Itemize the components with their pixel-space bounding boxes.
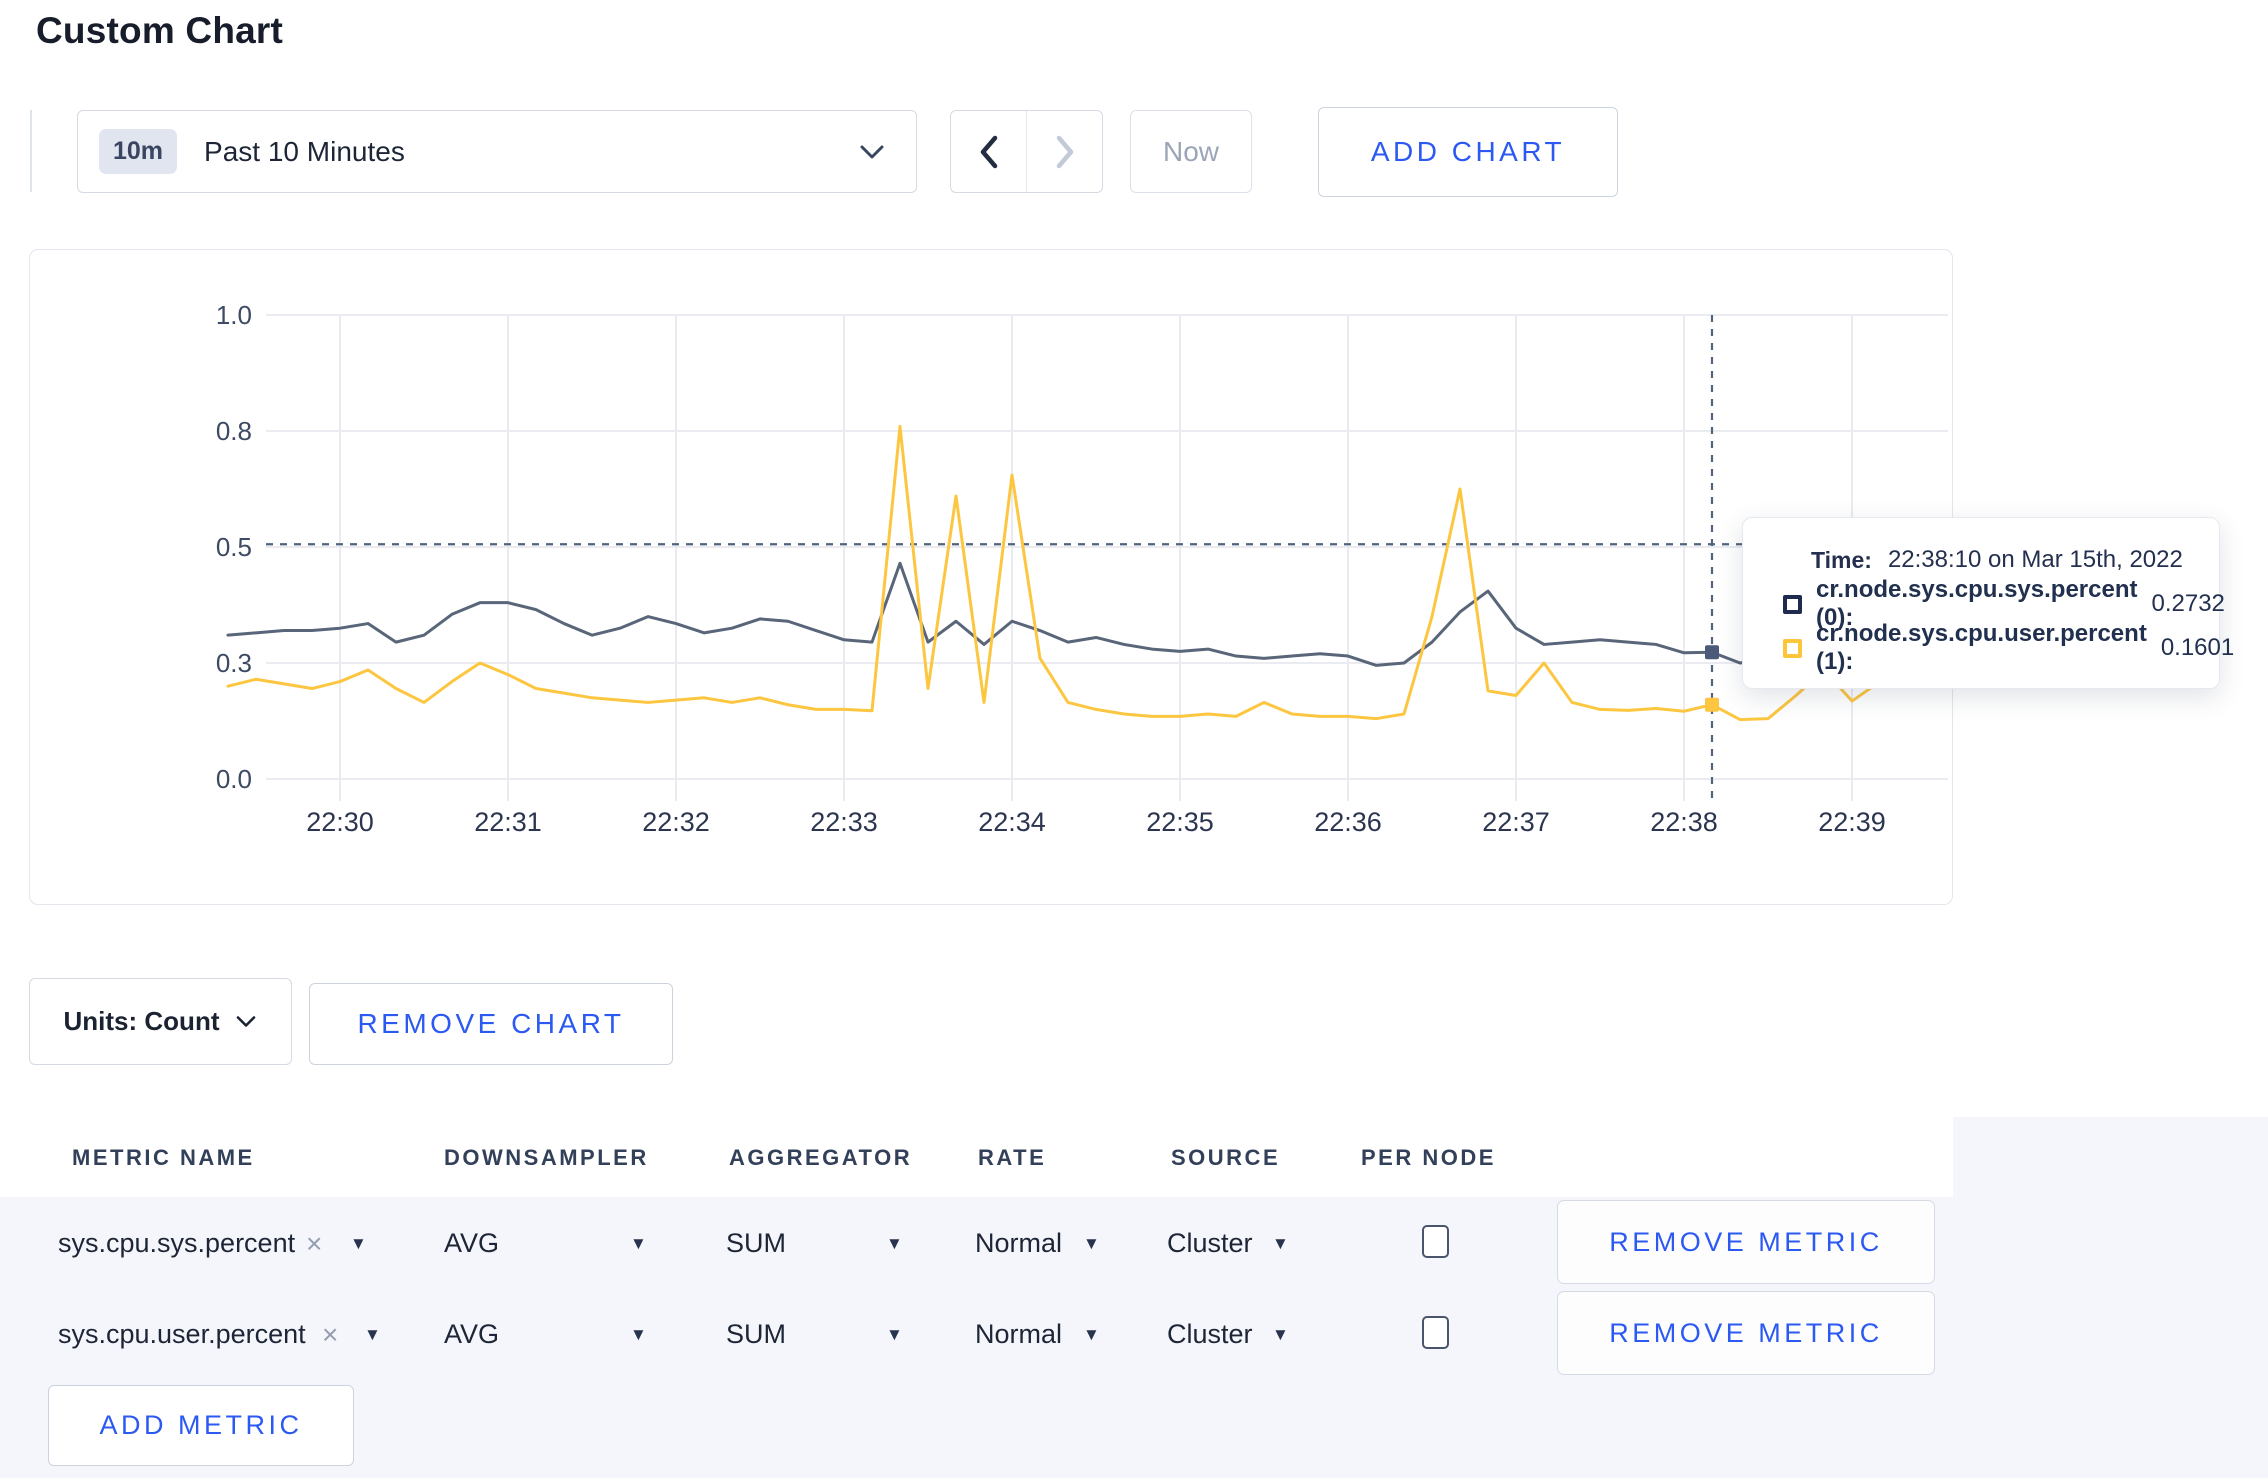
- aggregator-select[interactable]: SUM: [726, 1319, 786, 1350]
- chevron-left-icon: [980, 135, 997, 168]
- col-header-rate: RATE: [978, 1145, 1047, 1170]
- metric-name-select[interactable]: sys.cpu.sys.percent: [58, 1228, 295, 1259]
- svg-text:0.8: 0.8: [216, 416, 252, 446]
- series-sys-swatch-icon: [1783, 594, 1802, 614]
- col-header-aggregator: AGGREGATOR: [729, 1145, 913, 1170]
- caret-down-icon[interactable]: ▼: [350, 1234, 367, 1254]
- chart-card: 0.0 0.3 0.5 0.8 1.0 22:30 22:31 22:32 22:33 22:34…: [29, 249, 1953, 905]
- page-title: Custom Chart: [36, 10, 284, 51]
- caret-down-icon[interactable]: ▼: [630, 1234, 647, 1254]
- tooltip-series-value: 0.1601: [2160, 634, 2235, 661]
- tooltip-time-label: Time:: [1811, 546, 1872, 573]
- col-header-metric-name: METRIC NAME: [72, 1145, 255, 1170]
- svg-text:22:37: 22:37: [1482, 807, 1550, 837]
- chevron-right-icon: [1056, 135, 1073, 168]
- col-header-per-node: PER NODE: [1361, 1145, 1496, 1170]
- svg-text:0.5: 0.5: [216, 532, 252, 562]
- time-range-selector[interactable]: 10m Past 10 Minutes: [77, 110, 917, 193]
- svg-text:22:33: 22:33: [810, 807, 878, 837]
- tooltip-time-value: 22:38:10 on Mar 15th, 2022: [1887, 546, 2183, 573]
- svg-text:0.3: 0.3: [216, 648, 252, 678]
- caret-down-icon[interactable]: ▼: [1272, 1234, 1289, 1254]
- per-node-checkbox[interactable]: [1422, 1225, 1449, 1258]
- now-button[interactable]: Now: [1130, 110, 1252, 193]
- caret-down-icon[interactable]: ▼: [886, 1234, 903, 1254]
- metrics-table-header: METRIC NAME DOWNSAMPLER AGGREGATOR RATE …: [0, 1117, 1953, 1197]
- downsampler-select[interactable]: AVG: [444, 1319, 499, 1350]
- units-selector[interactable]: Units: Count: [29, 978, 292, 1065]
- caret-down-icon[interactable]: ▼: [1272, 1325, 1289, 1345]
- clear-metric-icon[interactable]: ×: [322, 1319, 338, 1351]
- svg-text:1.0: 1.0: [216, 300, 252, 330]
- remove-metric-button[interactable]: REMOVE METRIC: [1557, 1291, 1935, 1375]
- time-nav-group: [950, 110, 1103, 193]
- svg-text:22:38: 22:38: [1650, 807, 1718, 837]
- next-range-button[interactable]: [1027, 111, 1102, 192]
- caret-down-icon[interactable]: ▼: [886, 1325, 903, 1345]
- caret-down-icon[interactable]: ▼: [1083, 1234, 1100, 1254]
- add-chart-button[interactable]: ADD CHART: [1318, 107, 1618, 197]
- col-header-downsampler: DOWNSAMPLER: [444, 1145, 649, 1170]
- aggregator-select[interactable]: SUM: [726, 1228, 786, 1259]
- metric-name-select[interactable]: sys.cpu.user.percent: [58, 1319, 306, 1350]
- svg-text:22:35: 22:35: [1146, 807, 1214, 837]
- col-header-source: SOURCE: [1171, 1145, 1281, 1170]
- svg-text:22:36: 22:36: [1314, 807, 1382, 837]
- svg-text:22:31: 22:31: [474, 807, 542, 837]
- caret-down-icon[interactable]: ▼: [630, 1325, 647, 1345]
- rate-select[interactable]: Normal: [975, 1228, 1062, 1259]
- svg-text:22:30: 22:30: [306, 807, 374, 837]
- clear-metric-icon[interactable]: ×: [306, 1228, 322, 1260]
- chart-tooltip: Time: 22:38:10 on Mar 15th, 2022 cr.node…: [1742, 517, 2234, 689]
- toolbar-divider: [30, 110, 32, 192]
- time-range-label: Past 10 Minutes: [204, 135, 405, 167]
- caret-down-icon[interactable]: ▼: [1083, 1325, 1100, 1345]
- svg-text:22:32: 22:32: [642, 807, 710, 837]
- svg-text:0.0: 0.0: [216, 764, 252, 794]
- time-range-badge: 10m: [99, 129, 178, 174]
- remove-metric-button[interactable]: REMOVE METRIC: [1557, 1200, 1935, 1284]
- prev-range-button[interactable]: [951, 111, 1027, 192]
- source-select[interactable]: Cluster: [1167, 1228, 1253, 1259]
- per-node-checkbox[interactable]: [1422, 1316, 1449, 1349]
- svg-text:22:34: 22:34: [978, 807, 1046, 837]
- series-user-swatch-icon: [1783, 638, 1802, 658]
- tooltip-series-value: 0.2732: [2151, 590, 2225, 617]
- source-select[interactable]: Cluster: [1167, 1319, 1253, 1350]
- custom-chart[interactable]: 0.0 0.3 0.5 0.8 1.0 22:30 22:31 22:32 22:33 22:34…: [30, 250, 1951, 903]
- chevron-down-icon: [860, 145, 884, 158]
- add-metric-button[interactable]: ADD METRIC: [48, 1385, 354, 1466]
- units-label: Units: Count: [63, 1006, 220, 1036]
- remove-chart-button[interactable]: REMOVE CHART: [309, 983, 673, 1065]
- chevron-down-icon: [237, 1016, 256, 1027]
- caret-down-icon[interactable]: ▼: [364, 1325, 381, 1345]
- rate-select[interactable]: Normal: [975, 1319, 1062, 1350]
- svg-text:22:39: 22:39: [1818, 807, 1886, 837]
- downsampler-select[interactable]: AVG: [444, 1228, 499, 1259]
- tooltip-series-name: cr.node.sys.cpu.user.percent (1):: [1816, 620, 2147, 675]
